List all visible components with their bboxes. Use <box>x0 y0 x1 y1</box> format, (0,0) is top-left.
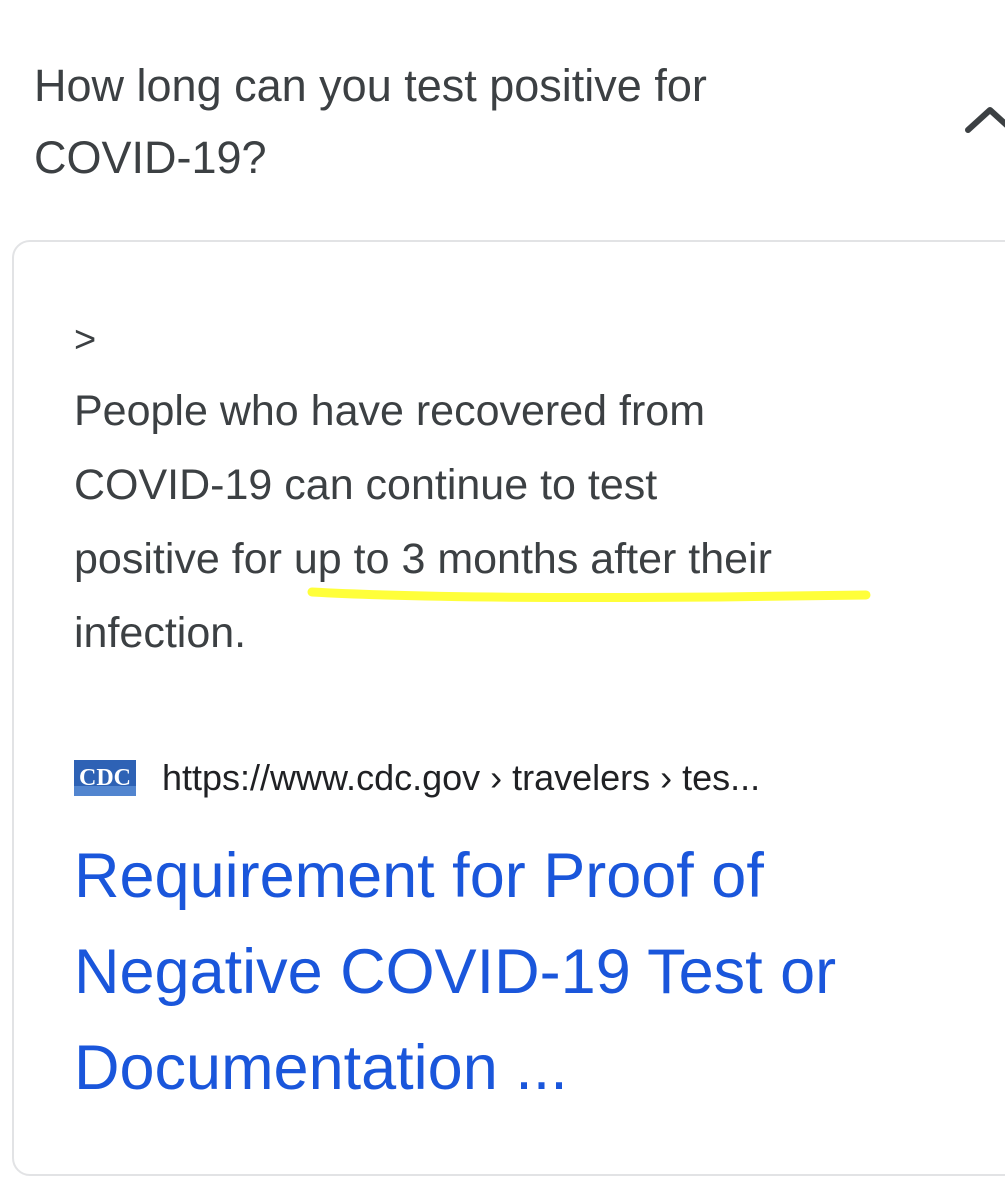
snippet-line: COVID-19 can continue to test <box>74 461 658 509</box>
question-line: How long can you test positive for <box>34 60 707 111</box>
cdc-logo: CDC <box>74 760 136 796</box>
result-title-link[interactable]: Requirement for Proof of Negative COVID-… <box>74 828 994 1116</box>
result-title-line: Negative COVID-19 Test or <box>74 937 837 1007</box>
snippet-line: infection. <box>74 609 247 657</box>
chevron-up-icon[interactable] <box>960 100 1005 140</box>
result-title-line: Requirement for Proof of <box>74 841 764 911</box>
snippet-line: People who have recovered from <box>74 387 706 435</box>
source-url[interactable]: https://www.cdc.gov › travelers › tes... <box>162 750 760 806</box>
question-line: COVID-19? <box>34 132 267 183</box>
answer-snippet: People who have recovered from COVID-19 … <box>74 374 974 670</box>
result-title-line: Documentation ... <box>74 1033 568 1103</box>
snippet-line: positive for up to 3 months after their <box>74 535 772 583</box>
question-text: How long can you test positive for COVID… <box>34 50 894 194</box>
source-row[interactable]: CDC https://www.cdc.gov › travelers › te… <box>74 750 974 806</box>
question-header[interactable]: How long can you test positive for COVID… <box>0 0 1005 238</box>
cdc-logo-text: CDC <box>79 765 131 791</box>
breadcrumb-marker: > <box>74 319 97 361</box>
